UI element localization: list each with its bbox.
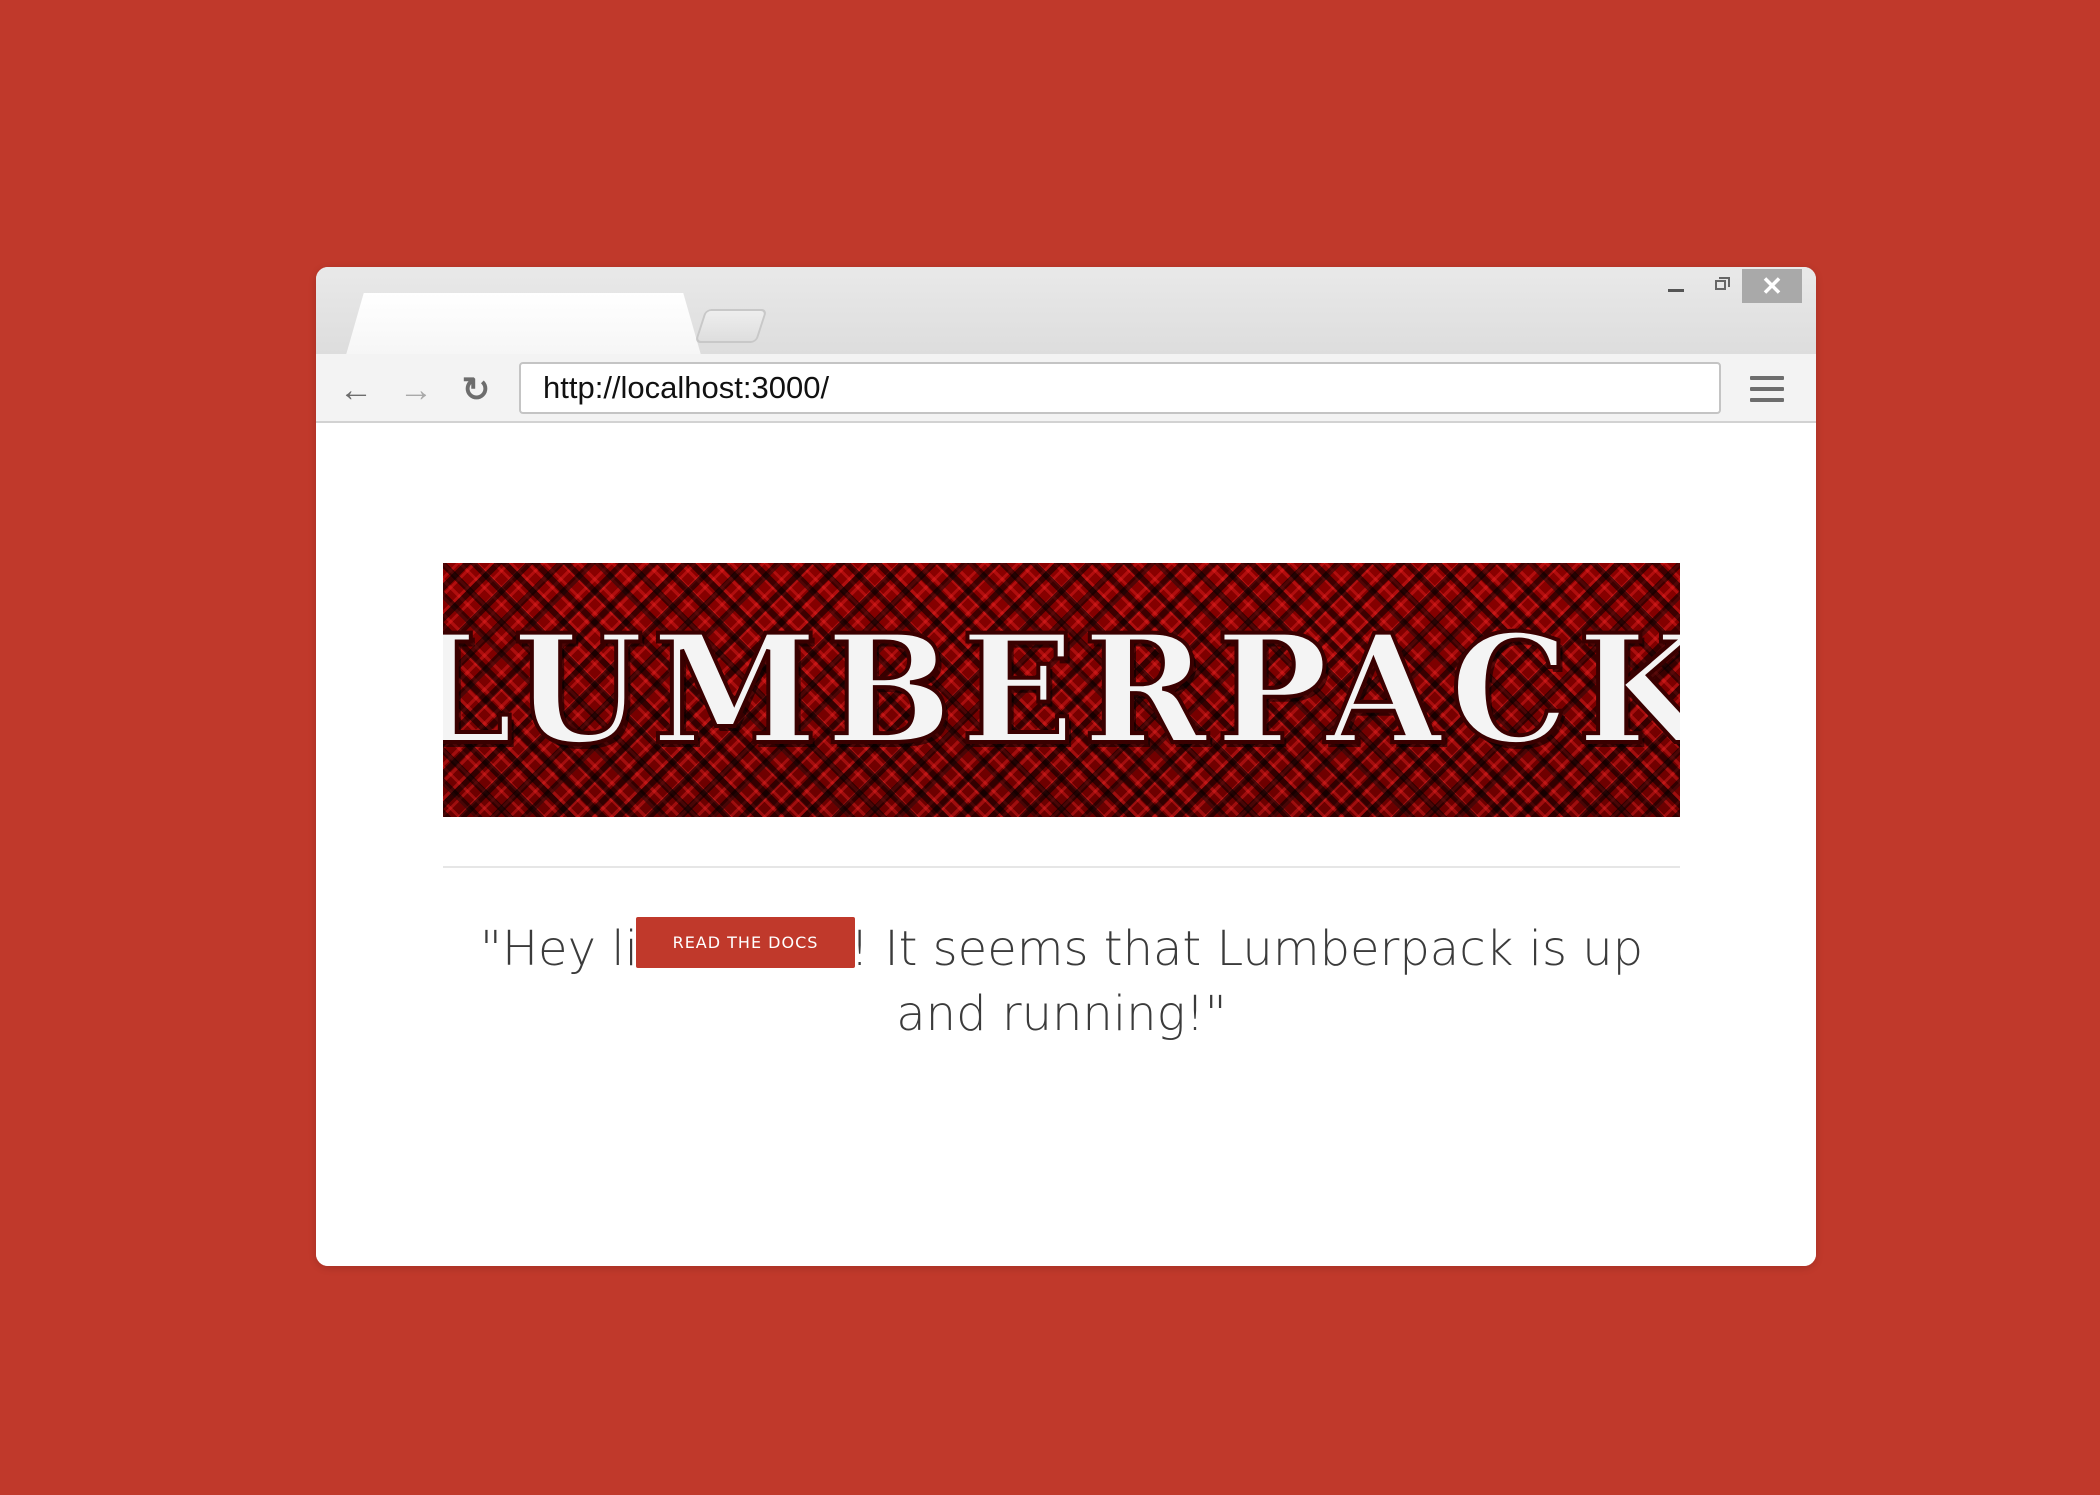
- lumberpack-banner: LUMBERPACK: [443, 563, 1680, 817]
- address-bar[interactable]: http://localhost:3000/: [519, 362, 1721, 414]
- window-controls: ✕: [1654, 267, 1816, 303]
- headline: "Hey lil' lumber! It seems that Lumberpa…: [479, 921, 1644, 1042]
- restore-icon: [1714, 277, 1730, 290]
- minimize-button[interactable]: [1654, 268, 1698, 302]
- page-content: LUMBERPACK "Hey lil' lumber! It seems th…: [316, 423, 1816, 1266]
- banner-logo-text: LUMBERPACK: [443, 600, 1680, 780]
- hamburger-icon-line: [1750, 376, 1784, 380]
- forward-button[interactable]: →: [396, 372, 436, 408]
- browser-window: ✕ ← → ↻ http://localhost:3000/ LUMBERPAC…: [316, 267, 1816, 1266]
- close-icon: ✕: [1761, 270, 1783, 301]
- browser-toolbar: ← → ↻ http://localhost:3000/: [316, 354, 1816, 423]
- title-bar: ✕: [316, 267, 1816, 355]
- hamburger-icon-line: [1750, 387, 1784, 391]
- restore-button[interactable]: [1698, 268, 1742, 302]
- reload-icon: ↻: [461, 371, 491, 409]
- address-url: http://localhost:3000/: [543, 370, 830, 405]
- reload-button[interactable]: ↻: [456, 372, 496, 408]
- divider: [443, 866, 1680, 868]
- menu-button[interactable]: [1750, 372, 1784, 406]
- active-tab[interactable]: [346, 293, 701, 355]
- new-tab-button[interactable]: [694, 309, 768, 343]
- forward-arrow-icon: →: [399, 371, 433, 409]
- close-button[interactable]: ✕: [1742, 269, 1802, 303]
- back-arrow-icon: ←: [339, 371, 373, 409]
- read-the-docs-button[interactable]: READ THE DOCS: [636, 917, 855, 968]
- hamburger-icon-line: [1750, 398, 1784, 402]
- back-button[interactable]: ←: [336, 372, 376, 408]
- minimize-icon: [1668, 288, 1684, 292]
